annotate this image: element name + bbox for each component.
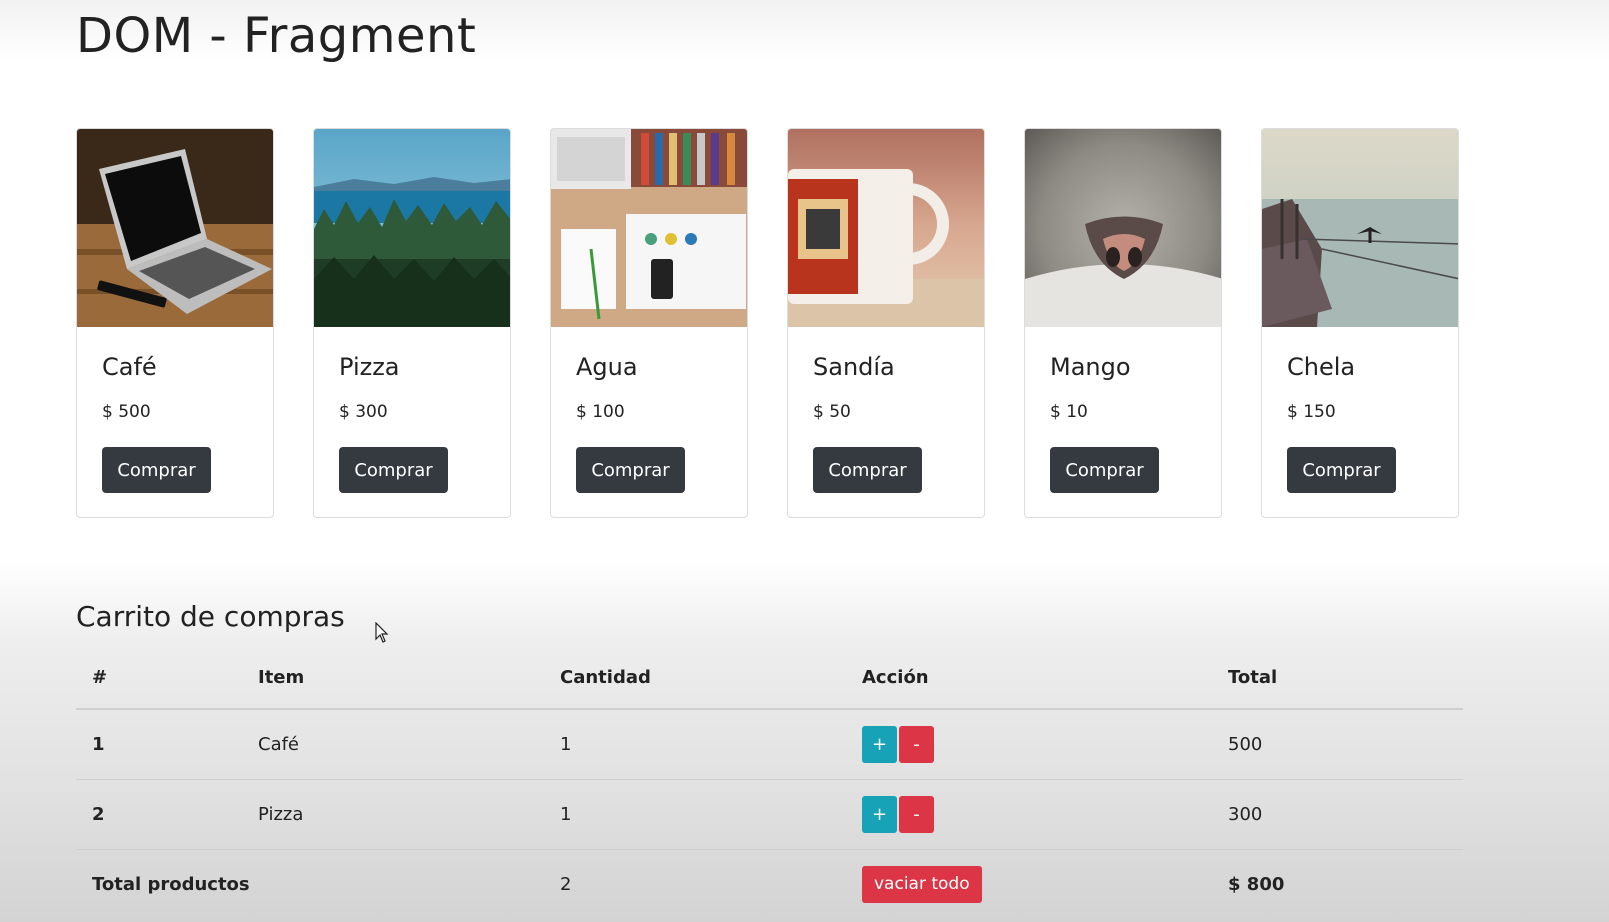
buy-button[interactable]: Comprar xyxy=(102,447,211,493)
product-title: Mango xyxy=(1050,353,1131,381)
row-number: 1 xyxy=(76,709,242,780)
product-cards: Café $ 500 Comprar Pizza $ 300 Comprar A… xyxy=(76,128,1459,518)
product-price: $ 500 xyxy=(102,402,151,422)
row-quantity: 1 xyxy=(544,709,846,780)
header-item: Item xyxy=(242,646,544,710)
product-price: $ 50 xyxy=(813,402,851,422)
product-card: Pizza $ 300 Comprar xyxy=(313,128,511,518)
buy-button[interactable]: Comprar xyxy=(813,447,922,493)
total-quantity: 2 xyxy=(560,873,572,895)
increase-button[interactable]: + xyxy=(862,796,897,833)
header-quantity: Cantidad xyxy=(544,646,846,710)
buy-button[interactable]: Comprar xyxy=(1050,447,1159,493)
row-total: 500 xyxy=(1212,709,1463,780)
product-title: Sandía xyxy=(813,353,895,381)
product-card: Agua $ 100 Comprar xyxy=(550,128,748,518)
decrease-button[interactable]: - xyxy=(899,726,934,763)
empty-cart-button[interactable]: vaciar todo xyxy=(862,865,982,903)
table-row: 2 Pizza 1 + - 300 xyxy=(76,779,1463,850)
row-actions: + - xyxy=(846,709,1212,780)
header-total: Total xyxy=(1212,646,1463,710)
product-price: $ 300 xyxy=(339,402,388,422)
product-image-cat-nose xyxy=(1025,129,1221,327)
total-products-label: Total productos xyxy=(92,873,250,895)
header-number: # xyxy=(76,646,242,710)
mouse-cursor-icon xyxy=(375,622,389,643)
row-item: Pizza xyxy=(242,779,544,850)
table-row: 1 Café 1 + - 500 xyxy=(76,709,1463,780)
row-quantity: 1 xyxy=(544,779,846,850)
product-card: Café $ 500 Comprar xyxy=(76,128,274,518)
grand-total: $ 800 xyxy=(1228,873,1285,895)
cart-title: Carrito de compras xyxy=(76,600,345,633)
product-title: Chela xyxy=(1287,353,1356,381)
row-number: 2 xyxy=(76,779,242,850)
row-actions: + - xyxy=(846,779,1212,850)
product-card: Chela $ 150 Comprar xyxy=(1261,128,1459,518)
buy-button[interactable]: Comprar xyxy=(1287,447,1396,493)
product-title: Pizza xyxy=(339,353,400,381)
row-item: Café xyxy=(242,709,544,780)
increase-button[interactable]: + xyxy=(862,726,897,763)
decrease-button[interactable]: - xyxy=(899,796,934,833)
product-image-forest xyxy=(314,129,510,327)
product-price: $ 10 xyxy=(1050,402,1088,422)
product-image-laptop xyxy=(77,129,273,327)
row-total: 300 xyxy=(1212,779,1463,850)
product-image-desk xyxy=(551,129,747,327)
cart-header-row: # Item Cantidad Acción Total xyxy=(76,646,1463,710)
buy-button[interactable]: Comprar xyxy=(339,447,448,493)
product-card: Mango $ 10 Comprar xyxy=(1024,128,1222,518)
buy-button[interactable]: Comprar xyxy=(576,447,685,493)
cart-footer-row: Total productos 2 vaciar todo $ 800 xyxy=(76,850,1463,919)
product-price: $ 100 xyxy=(576,402,625,422)
product-image-boat xyxy=(1262,129,1458,327)
product-card: Sandía $ 50 Comprar xyxy=(787,128,985,518)
product-price: $ 150 xyxy=(1287,402,1336,422)
footer-actions: vaciar todo xyxy=(846,850,1212,919)
product-title: Agua xyxy=(576,353,638,381)
header-action: Acción xyxy=(846,646,1212,710)
cart-table: # Item Cantidad Acción Total 1 Café 1 + -… xyxy=(76,646,1463,918)
page-title: DOM - Fragment xyxy=(76,8,477,64)
product-title: Café xyxy=(102,353,157,381)
product-image-mug xyxy=(788,129,984,327)
